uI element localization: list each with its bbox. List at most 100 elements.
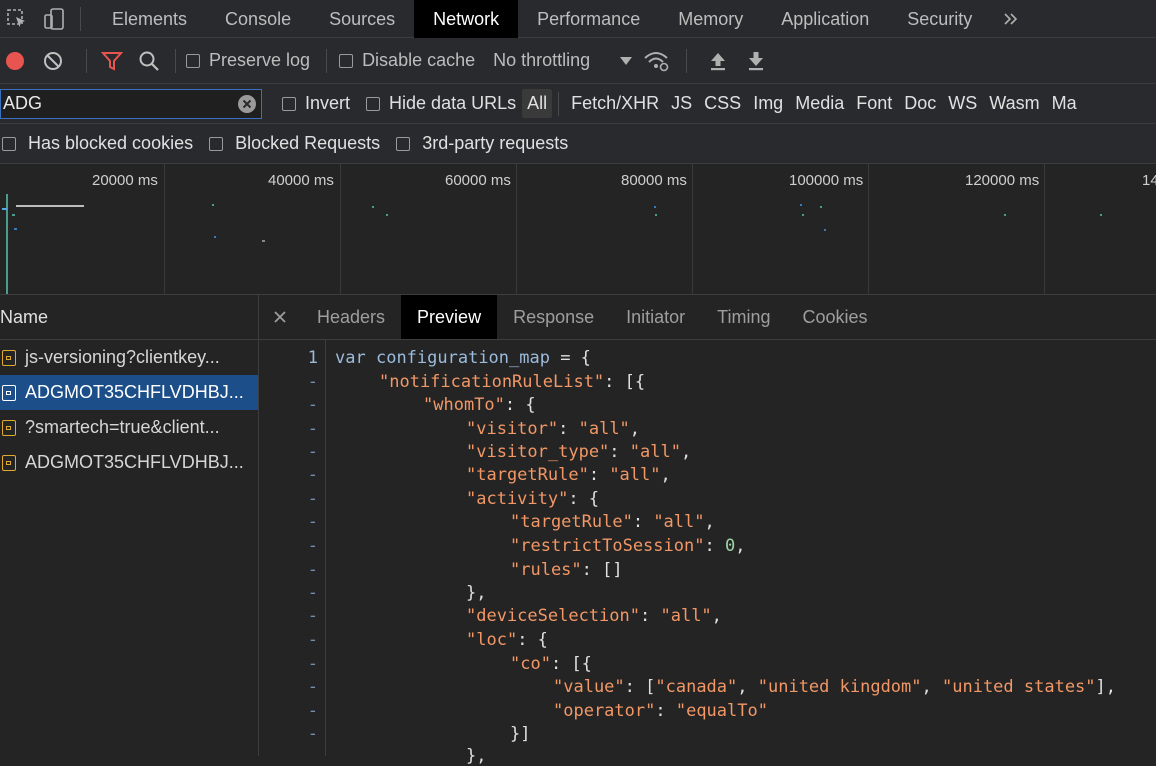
json-key: "activity" xyxy=(466,489,569,509)
preserve-log-checkbox[interactable] xyxy=(186,53,200,68)
json-string: "all" xyxy=(660,606,712,626)
tab-console[interactable]: Console xyxy=(206,0,310,38)
json-key: "visitor_type" xyxy=(466,442,610,462)
has-blocked-cookies-checkbox[interactable] xyxy=(2,136,16,151)
filter-type-doc[interactable]: Doc xyxy=(898,93,942,114)
inspect-element-icon[interactable] xyxy=(0,0,34,38)
code-line: }, xyxy=(466,746,487,766)
request-row[interactable]: js-versioning?clientkey... xyxy=(0,340,258,375)
code-line: }] xyxy=(510,724,531,744)
tab-network[interactable]: Network xyxy=(414,0,519,38)
script-file-icon xyxy=(2,419,16,436)
record-icon[interactable] xyxy=(0,38,30,84)
tab-initiator[interactable]: Initiator xyxy=(610,295,701,339)
json-key: "rules" xyxy=(510,560,582,580)
filter-type-wasm[interactable]: Wasm xyxy=(983,93,1045,114)
has-blocked-cookies-label: Has blocked cookies xyxy=(28,133,194,153)
export-har-icon[interactable] xyxy=(737,38,775,84)
device-toolbar-icon[interactable] xyxy=(34,0,74,38)
import-har-icon[interactable] xyxy=(699,38,737,84)
tab-security[interactable]: Security xyxy=(888,0,991,38)
request-row-selected[interactable]: ADGMOT35CHFLVDHBJ... xyxy=(0,375,258,410)
json-key: "targetRule" xyxy=(466,465,589,485)
filter-input[interactable]: ADG xyxy=(0,88,262,119)
request-name: ?smartech=true&client... xyxy=(25,417,220,437)
tab-response[interactable]: Response xyxy=(497,295,610,339)
tab-timing[interactable]: Timing xyxy=(701,295,786,339)
clear-filter-icon[interactable] xyxy=(237,94,257,114)
json-string: "united states" xyxy=(942,677,1096,697)
line-number: - xyxy=(307,536,318,556)
third-party-requests-checkbox[interactable] xyxy=(396,136,411,151)
request-list-panel: Name js-versioning?clientkey... ADGMOT35… xyxy=(0,295,259,756)
tab-preview[interactable]: Preview xyxy=(401,295,498,339)
line-number: - xyxy=(307,442,318,462)
script-file-icon xyxy=(2,384,16,401)
devtools-tab-bar: Elements Console Sources Network Perform… xyxy=(0,0,1156,38)
tab-performance[interactable]: Performance xyxy=(518,0,659,38)
code-line: "targetRule": "all", xyxy=(466,465,671,485)
divider xyxy=(686,48,688,73)
code-line: "deviceSelection": "all", xyxy=(466,606,722,626)
clear-icon[interactable] xyxy=(30,38,76,84)
code-line: "targetRule": "all", xyxy=(510,512,715,532)
request-name: ADGMOT35CHFLVDHBJ... xyxy=(25,382,244,402)
code-line: "visitor": "all", xyxy=(466,419,641,439)
network-overview-timeline[interactable]: 20000 ms 40000 ms 60000 ms 80000 ms 1000… xyxy=(0,164,1156,295)
request-row[interactable]: ?smartech=true&client... xyxy=(0,410,258,445)
network-conditions-icon[interactable] xyxy=(632,38,680,84)
detail-tab-bar: Headers Preview Response Initiator Timin… xyxy=(259,295,1156,340)
code-line: "restrictToSession": 0, xyxy=(510,536,746,556)
filter-type-img[interactable]: Img xyxy=(747,93,789,114)
disable-cache-checkbox[interactable] xyxy=(339,53,354,68)
json-key: "targetRule" xyxy=(510,512,633,532)
json-string: "all" xyxy=(629,442,681,462)
json-key: "restrictToSession" xyxy=(510,536,705,556)
tab-headers[interactable]: Headers xyxy=(301,295,401,339)
filter-type-manifest[interactable]: Ma xyxy=(1046,93,1083,114)
blocked-requests-checkbox[interactable] xyxy=(209,136,224,151)
request-name: ADGMOT35CHFLVDHBJ... xyxy=(25,452,244,472)
filter-type-css[interactable]: CSS xyxy=(698,93,747,114)
invert-checkbox[interactable] xyxy=(282,96,296,111)
hide-data-urls-checkbox[interactable] xyxy=(366,96,381,111)
json-key: "operator" xyxy=(553,701,656,721)
tab-elements[interactable]: Elements xyxy=(93,0,206,38)
throttling-value: No throttling xyxy=(493,50,591,70)
line-number: - xyxy=(307,654,318,674)
filter-type-fetch-xhr[interactable]: Fetch/XHR xyxy=(565,93,665,114)
filter-type-ws[interactable]: WS xyxy=(942,93,983,114)
divider xyxy=(175,48,176,73)
divider xyxy=(86,48,87,73)
tab-cookies[interactable]: Cookies xyxy=(787,295,884,339)
hide-data-urls-label: Hide data URLs xyxy=(389,93,517,113)
third-party-requests-label: 3rd-party requests xyxy=(422,133,569,153)
filter-type-media[interactable]: Media xyxy=(789,93,850,114)
script-file-icon xyxy=(2,349,16,366)
tab-sources[interactable]: Sources xyxy=(310,0,414,38)
filter-type-font[interactable]: Font xyxy=(850,93,898,114)
json-string: "all" xyxy=(609,465,661,485)
script-file-icon xyxy=(2,454,16,471)
request-row[interactable]: ADGMOT35CHFLVDHBJ... xyxy=(0,445,258,480)
network-toolbar: Preserve log Disable cache No throttling xyxy=(0,38,1156,84)
filter-type-all[interactable]: All xyxy=(522,89,553,118)
throttling-select[interactable]: No throttling xyxy=(493,50,633,71)
json-key: "whomTo" xyxy=(423,395,505,415)
close-icon[interactable] xyxy=(259,295,301,339)
line-number: - xyxy=(307,512,318,532)
tab-memory[interactable]: Memory xyxy=(659,0,762,38)
json-number: 0 xyxy=(724,536,736,556)
search-icon[interactable] xyxy=(127,38,171,84)
json-string: "all" xyxy=(653,512,705,532)
line-number: - xyxy=(307,701,318,721)
divider xyxy=(558,91,560,116)
json-string: "equalTo" xyxy=(675,701,768,721)
name-column-header[interactable]: Name xyxy=(0,295,258,340)
tab-application[interactable]: Application xyxy=(762,0,888,38)
line-number: - xyxy=(307,419,318,439)
more-tabs-chevron-icon[interactable] xyxy=(991,0,1031,38)
code-preview[interactable]: 1 - - - - - - - - - - - - - - - - var co… xyxy=(259,340,1156,766)
filter-type-js[interactable]: JS xyxy=(665,93,698,114)
filter-icon[interactable] xyxy=(97,38,127,84)
